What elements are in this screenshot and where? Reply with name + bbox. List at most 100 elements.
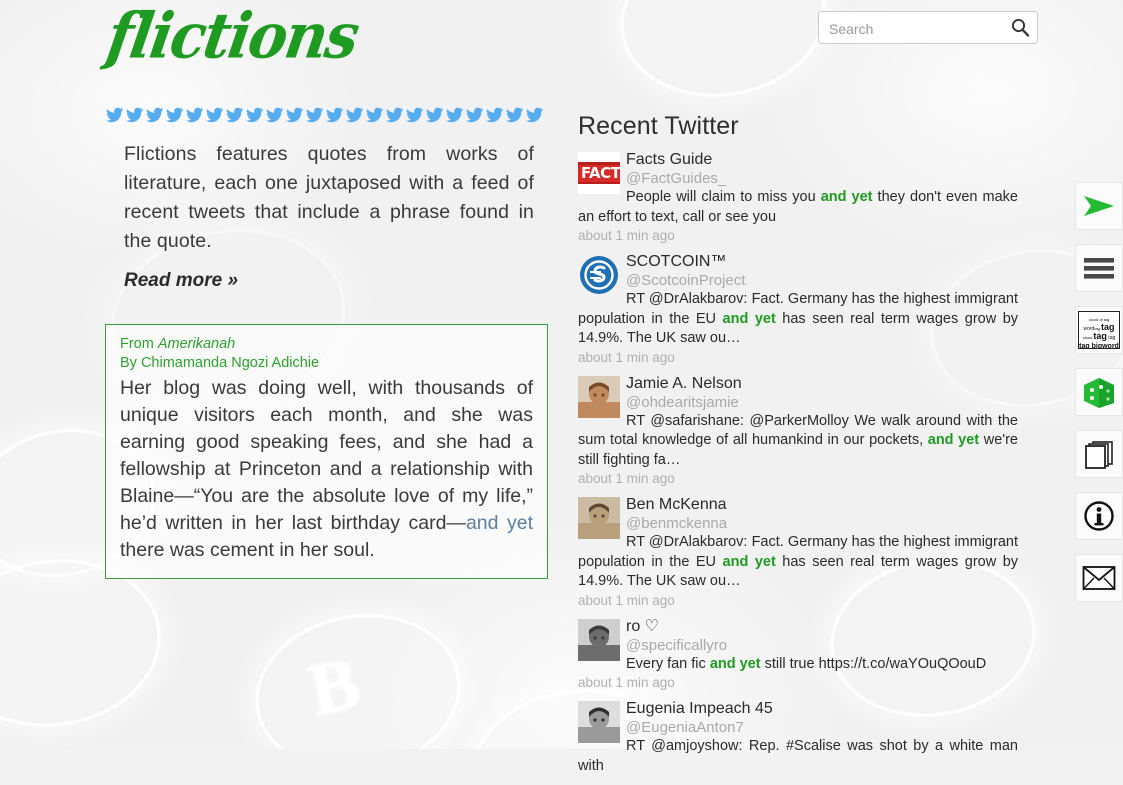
tweet-body: RT @safarishane: @ParkerMolloy We walk a… (578, 412, 1018, 468)
twitter-bird-icon (126, 107, 143, 122)
quote-author-line: By Chimamanda Ngozi Adichie (120, 354, 533, 373)
books-button[interactable] (1075, 430, 1123, 478)
site-header: flictions (0, 0, 1123, 95)
tweet-avatar[interactable] (578, 618, 620, 661)
tweet-author-name[interactable]: SCOTCOIN™ (626, 252, 1018, 271)
twitter-bird-icon (266, 107, 283, 122)
tweet-author-handle[interactable]: @ohdearitsjamie (626, 393, 1018, 412)
tweet-author-block: Jamie A. Nelson @ohdearitsjamie (626, 374, 1018, 412)
quote-text-after: there was cement in her soul. (120, 539, 375, 561)
books-icon (1085, 441, 1113, 469)
twitter-section-title: Recent Twitter (578, 112, 739, 140)
tweet-highlight-phrase: and yet (709, 655, 761, 672)
search-button[interactable] (1009, 17, 1031, 39)
tweet-body: Every fan fic and yet still true https:/… (626, 655, 987, 672)
twitter-bird-icon (286, 107, 303, 122)
tweet-avatar[interactable] (578, 701, 620, 743)
menu-button[interactable] (1075, 244, 1123, 292)
twitter-bird-border (105, 104, 551, 126)
tweet-author-name[interactable]: Jamie A. Nelson (626, 374, 1018, 393)
twitter-bird-icon (486, 107, 503, 122)
tags-button[interactable]: cloud of tag wordtag tag cloud tag tag t… (1075, 306, 1123, 354)
tweet-author-name[interactable]: Ben McKenna (626, 495, 1018, 514)
tweet-author-handle[interactable]: @specificallyro (626, 636, 1018, 655)
search-icon (1011, 18, 1030, 37)
quote-source: From Amerikanah (120, 335, 533, 354)
tweet-timestamp: about 1 min ago (578, 471, 675, 486)
twitter-bird-icon (506, 107, 523, 122)
tweet-body: RT @amjoyshow: Rep. #Scalise was shot by… (578, 738, 1018, 774)
twitter-bird-icon (106, 107, 123, 122)
twitter-bird-icon (386, 107, 403, 122)
contact-button[interactable] (1075, 554, 1123, 602)
tweet-item[interactable]: ro ♡ @specificallyro Every fan fic and yet… (578, 617, 1018, 690)
tweet-author-handle[interactable]: @ScotcoinProject (626, 271, 1018, 290)
search-box[interactable] (818, 11, 1038, 45)
tweet-author-block: Eugenia Impeach 45 @EugeniaAnton7 (626, 699, 1018, 737)
tweet-timestamp: about 1 min ago (578, 349, 675, 365)
tweet-author-handle[interactable]: @EugeniaAnton7 (626, 718, 1018, 737)
tweet-avatar[interactable] (578, 375, 620, 418)
twitter-bird-icon (426, 107, 443, 122)
tweet-item[interactable]: Eugenia Impeach 45 @EugeniaAnton7 RT @amjo… (578, 699, 1018, 776)
quote-work-title[interactable]: Amerikanah (158, 336, 235, 352)
read-more-link[interactable]: Read more » (124, 270, 238, 292)
avatar-fact-logo[interactable]: FACT (578, 152, 620, 194)
tweet-list: FACT Facts Guide @FactGuides_ People will c… (578, 150, 1018, 776)
avatar-photo[interactable] (578, 375, 620, 418)
tweet-item[interactable]: SCOTCOIN™ @ScotcoinProject RT @DrAlakbarov… (578, 252, 1018, 365)
tweet-body: People will claim to miss you and yet th… (578, 189, 1018, 225)
tweet-timestamp: about 1 min ago (578, 592, 675, 608)
twitter-bird-icon (306, 107, 323, 122)
tweet-item[interactable]: FACT Facts Guide @FactGuides_ People will c… (578, 150, 1018, 243)
hamburger-menu-icon (1084, 258, 1114, 279)
tweet-author-name[interactable]: ro ♡ (626, 617, 1018, 636)
tweet-author-handle[interactable]: @FactGuides_ (626, 169, 1018, 188)
twitter-bird-icon (146, 107, 163, 122)
tweet-avatar[interactable] (578, 254, 620, 296)
tag-cloud-icon: cloud of tag wordtag tag cloud tag tag t… (1078, 311, 1120, 349)
search-input[interactable] (827, 12, 1011, 45)
twitter-bird-icon (166, 107, 183, 122)
tweet-body: RT @DrAlakbarov: Fact. Germany has the h… (578, 291, 1019, 346)
tweet-avatar[interactable] (578, 497, 620, 539)
paper-plane-icon (1084, 196, 1114, 216)
random-button[interactable] (1075, 368, 1123, 416)
twitter-bird-icon (186, 107, 203, 122)
left-column: Flictions features quotes from works of … (105, 104, 551, 579)
tweet-timestamp: about 1 min ago (578, 675, 675, 690)
quote-card: From Amerikanah By Chimamanda Ngozi Adic… (105, 324, 548, 579)
tweet-author-block: SCOTCOIN™ @ScotcoinProject (626, 252, 1018, 290)
twitter-bird-icon (406, 107, 423, 122)
tweet-author-name[interactable]: Eugenia Impeach 45 (626, 699, 1018, 718)
twitter-column: Recent Twitter FACT Facts Guide @FactGuide… (578, 112, 1018, 785)
twitter-bird-icon (206, 107, 223, 122)
twitter-bird-icon (226, 107, 243, 122)
intro-paragraph: Flictions features quotes from works of … (124, 143, 534, 252)
site-logo[interactable]: flictions (102, 0, 362, 73)
avatar-photo[interactable] (578, 497, 620, 539)
tweet-item[interactable]: Jamie A. Nelson @ohdearitsjamie RT @safari… (578, 374, 1018, 486)
twitter-bird-icon (526, 107, 543, 122)
quote-by-label: By (120, 355, 141, 371)
avatar-photo[interactable] (578, 618, 620, 661)
tweet-item[interactable]: Ben McKenna @benmckenna RT @DrAlakbarov: F… (578, 495, 1018, 608)
tweet-highlight-phrase: and yet (820, 189, 873, 205)
tweet-body: RT @DrAlakbarov: Fact. Germany has the h… (578, 534, 1019, 589)
dice-icon (1084, 378, 1114, 408)
quote-text-before: Her blog was doing well, with thousands … (120, 377, 533, 534)
twitter-bird-icon (246, 107, 263, 122)
tweet-author-block: ro ♡ @specificallyro (626, 617, 1018, 655)
tweet-highlight-phrase: and yet (722, 310, 776, 327)
tweet-author-name[interactable]: Facts Guide (626, 150, 1018, 169)
tweet-avatar[interactable]: FACT (578, 152, 620, 194)
avatar-scotcoin-logo[interactable] (578, 254, 620, 296)
about-button[interactable] (1075, 492, 1123, 540)
envelope-icon (1082, 566, 1116, 590)
twitter-bird-icon (346, 107, 363, 122)
quote-author[interactable]: Chimamanda Ngozi Adichie (141, 355, 319, 371)
tweet-author-handle[interactable]: @benmckenna (626, 514, 1018, 533)
submit-button[interactable] (1075, 182, 1123, 230)
tweet-author-block: Ben McKenna @benmckenna (626, 495, 1018, 533)
avatar-photo[interactable] (578, 701, 620, 743)
